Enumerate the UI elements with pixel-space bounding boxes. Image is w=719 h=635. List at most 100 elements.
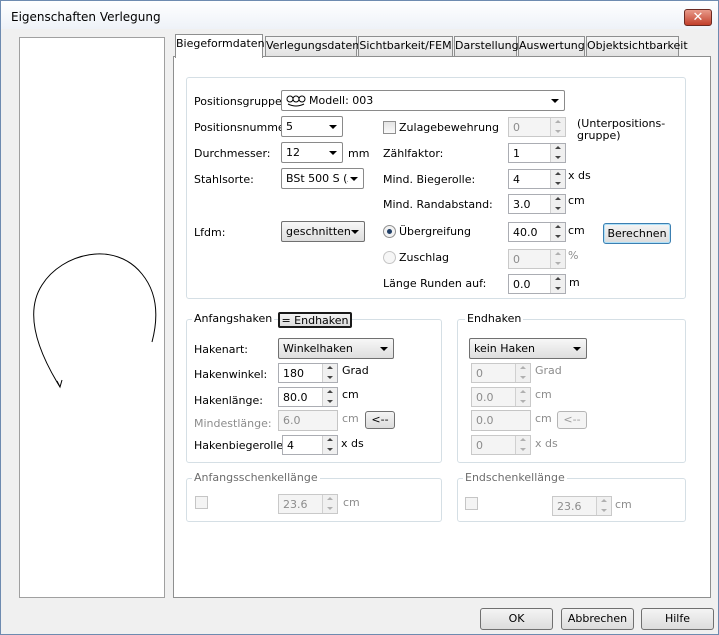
spin-down-icon[interactable] (322, 504, 337, 513)
anfangshaken-apply-min-button[interactable]: <-- (365, 411, 395, 429)
spin-up-icon[interactable] (515, 436, 530, 445)
spin-up-icon[interactable] (596, 497, 611, 506)
lfdm-select[interactable]: geschnitten (281, 221, 365, 242)
spin-down-icon[interactable] (322, 445, 337, 454)
laenge-runden-unit: m (569, 276, 580, 289)
endhaken-laenge-spinner[interactable]: 0.0 (471, 387, 531, 407)
zulagebewehrung-label: Zulagebewehrung (399, 121, 499, 134)
spin-up-icon[interactable] (322, 364, 337, 373)
zaehlfaktor-spinner[interactable]: 1 (508, 143, 566, 163)
cancel-button[interactable]: Abbrechen (561, 608, 634, 630)
spin-down-icon[interactable] (322, 397, 337, 406)
spin-up-icon[interactable] (322, 495, 337, 504)
anfangsschenkel-title: Anfangsschenkellänge (192, 471, 320, 484)
spin-down-icon[interactable] (550, 232, 565, 241)
spin-up-icon[interactable] (550, 223, 565, 232)
mind-biegerolle-spinner[interactable]: 4 (508, 169, 566, 189)
spin-down-icon[interactable] (550, 153, 565, 162)
close-button[interactable]: ✕ (684, 9, 712, 26)
zuschlag-label: Zuschlag (399, 251, 450, 264)
tab-sichtbarkeit-fem[interactable]: Sichtbarkeit/FEM (358, 36, 453, 56)
spin-up-icon[interactable] (550, 144, 565, 153)
anfangshaken-laenge-spinner[interactable]: 80.0 (278, 387, 338, 407)
mind-randabstand-value: 3.0 (513, 198, 531, 211)
endhaken-winkel-spinner[interactable]: 0 (471, 363, 531, 383)
spin-up-icon[interactable] (515, 388, 530, 397)
endhaken-hakenart-select[interactable]: kein Haken (469, 338, 587, 359)
spin-down-icon[interactable] (550, 284, 565, 293)
stahlsorte-label: Stahlsorte: (194, 173, 254, 186)
hakenlaenge-label: Hakenlänge: (194, 394, 263, 407)
mindestlaenge-label: Mindestlänge: (194, 417, 272, 430)
uebergreifung-spinner[interactable]: 40.0 (508, 222, 566, 242)
spin-up-icon[interactable] (322, 388, 337, 397)
spin-down-icon[interactable] (596, 506, 611, 515)
anfangsschenkel-spinner[interactable]: 23.6 (278, 494, 338, 514)
anfangshaken-winkel-spinner[interactable]: 180 (278, 363, 338, 383)
mind-randabstand-spinner[interactable]: 3.0 (508, 194, 566, 214)
mind-randabstand-label: Mind. Randabstand: (383, 198, 493, 211)
zuschlag-radio[interactable] (383, 251, 396, 264)
spin-down-icon[interactable] (550, 127, 565, 136)
spin-down-icon[interactable] (550, 204, 565, 213)
uebergreifung-value: 40.0 (513, 226, 538, 239)
zulage-spinner[interactable]: 0 (508, 117, 566, 137)
hakenart-label: Hakenart: (194, 343, 249, 356)
positionsnummer-label: Positionsnummer: (194, 121, 293, 134)
endhaken-biegerolle-spinner[interactable]: 0 (471, 435, 531, 455)
durchmesser-select[interactable]: 12 (281, 142, 343, 163)
zuschlag-spinner[interactable]: 0 (508, 249, 566, 269)
title-bar[interactable]: Eigenschaften Verlegung ✕ (1, 1, 718, 29)
spin-down-icon[interactable] (515, 397, 530, 406)
stahlsorte-select[interactable]: BSt 500 S (A (281, 168, 364, 189)
laenge-runden-spinner[interactable]: 0.0 (508, 274, 566, 294)
hakenlaenge-unit: cm (342, 388, 359, 401)
help-button[interactable]: Hilfe (641, 608, 714, 630)
endhaken-mindest-unit: cm (535, 412, 552, 425)
spin-up-icon[interactable] (550, 250, 565, 259)
durchmesser-label: Durchmesser: (194, 147, 271, 160)
uebergreifung-radio[interactable] (383, 225, 396, 238)
anfangshaken-hakenart-select[interactable]: Winkelhaken (278, 338, 394, 359)
spin-up-icon[interactable] (550, 170, 565, 179)
equal-endhaken-button[interactable]: = Endhaken (278, 312, 352, 328)
endschenkel-checkbox[interactable] (465, 497, 478, 510)
spin-up-icon[interactable] (515, 364, 530, 373)
tab-darstellung[interactable]: Darstellung (454, 36, 519, 56)
spin-up-icon[interactable] (550, 275, 565, 284)
hook-preview-drawing (33, 253, 157, 389)
spin-down-icon[interactable] (515, 373, 530, 382)
chevron-down-icon (551, 99, 559, 103)
spin-up-icon[interactable] (322, 436, 337, 445)
spin-down-icon[interactable] (550, 259, 565, 268)
spin-down-icon[interactable] (322, 373, 337, 382)
spin-down-icon[interactable] (550, 179, 565, 188)
tab-objektsichtbarkeit[interactable]: Objektsichtbarkeit (586, 36, 688, 56)
ok-button[interactable]: OK (480, 608, 553, 630)
positionsnummer-select[interactable]: 5 (281, 116, 343, 137)
laenge-runden-label: Länge Runden auf: (383, 277, 487, 290)
hakenbiegerolle-label: Hakenbiegerolle: (194, 439, 287, 452)
zulagebewehrung-checkbox[interactable] (383, 121, 396, 134)
lfdm-value: geschnitten (286, 225, 351, 238)
endschenkel-spinner[interactable]: 23.6 (552, 496, 612, 516)
positionsgruppe-select[interactable]: Modell: 003 (281, 90, 565, 111)
stahlsorte-value: BSt 500 S (A (286, 172, 348, 185)
anfangsschenkel-unit: cm (343, 496, 360, 509)
tab-verlegungsdaten[interactable]: Verlegungsdaten (265, 36, 359, 56)
spin-down-icon[interactable] (515, 445, 530, 454)
anfangshaken-biegerolle-spinner[interactable]: 4 (282, 435, 338, 455)
berechnen-button[interactable]: Berechnen (603, 223, 671, 244)
anfangsschenkel-checkbox[interactable] (195, 496, 208, 509)
anfangshaken-mindestlaenge-field: 6.0 (278, 410, 338, 431)
spin-up-icon[interactable] (550, 118, 565, 127)
mind-biegerolle-label: Mind. Biegerolle: (383, 173, 476, 186)
endhaken-apply-min-button[interactable]: <-- (557, 411, 587, 429)
tab-biegeformdaten[interactable]: Biegeformdaten (175, 34, 265, 58)
spin-up-icon[interactable] (550, 195, 565, 204)
tab-auswertung[interactable]: Auswertung (518, 36, 585, 56)
endhaken-biegerolle-value: 0 (476, 439, 483, 452)
endhaken-mindest-value: 0.0 (476, 414, 494, 427)
endhaken-biegerolle-unit: x ds (535, 437, 558, 450)
zuschlag-unit: % (568, 249, 579, 262)
